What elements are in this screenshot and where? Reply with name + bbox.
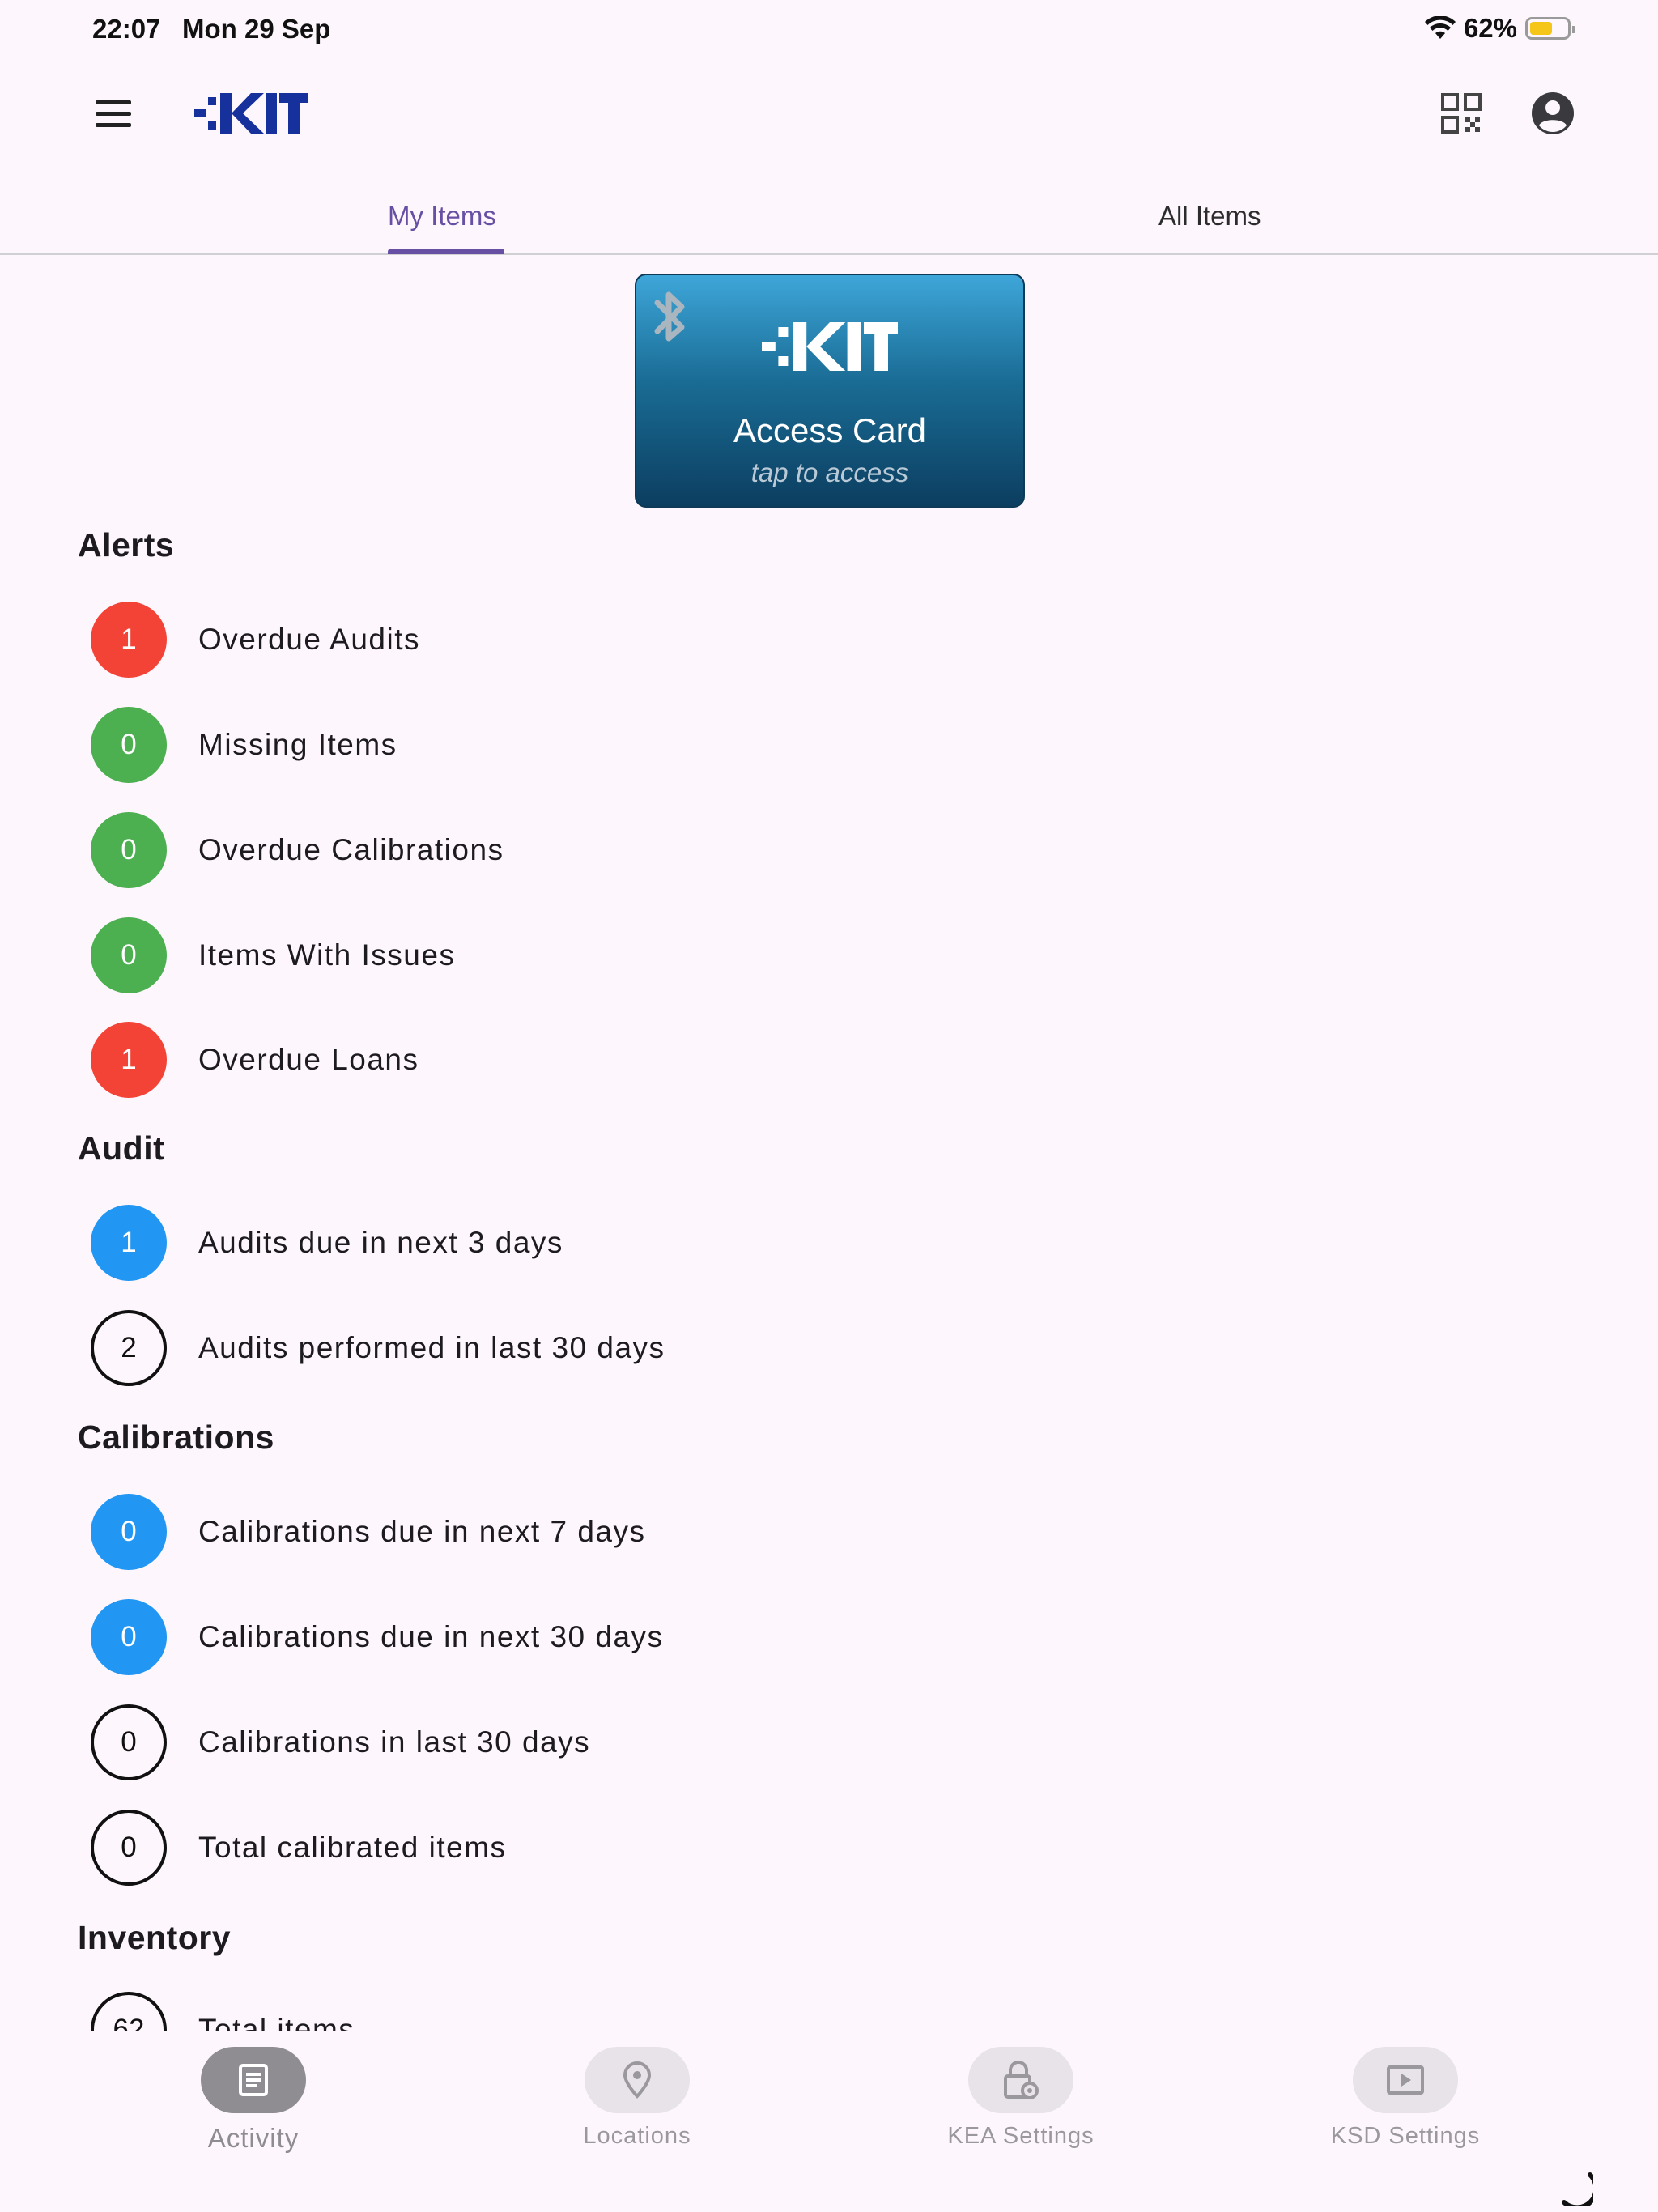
count-badge: 0: [91, 1704, 167, 1780]
row-label: Calibrations in last 30 days: [198, 1725, 591, 1759]
audit-row-due-3-days[interactable]: 1 Audits due in next 3 days: [91, 1205, 900, 1281]
qr-code-icon[interactable]: [1441, 93, 1482, 134]
calibration-row-due-7-days[interactable]: 0 Calibrations due in next 7 days: [91, 1494, 900, 1570]
account-circle-icon[interactable]: [1530, 91, 1575, 136]
calibration-row-total-calibrated[interactable]: 0 Total calibrated items: [91, 1810, 900, 1886]
tab-indicator: [388, 249, 504, 254]
status-time: 22:07: [92, 14, 161, 44]
nav-activity[interactable]: Activity: [132, 2047, 375, 2154]
alert-row-items-with-issues[interactable]: 0 Items With Issues: [91, 917, 900, 993]
alert-row-overdue-calibrations[interactable]: 0 Overdue Calibrations: [91, 812, 900, 888]
calibrations-section-title: Calibrations: [78, 1419, 274, 1456]
access-card-title: Access Card: [733, 411, 927, 449]
nav-label: KSD Settings: [1330, 2123, 1481, 2149]
alert-row-overdue-loans[interactable]: 1 Overdue Loans: [91, 1022, 900, 1098]
loading-spinner-icon: [1562, 2172, 1593, 2206]
tab-bar: My Items All Items: [0, 178, 1658, 255]
location-pin-icon: [585, 2047, 690, 2113]
scroll-clip: 62 Total items: [0, 1988, 1658, 2031]
nav-label: Activity: [207, 2123, 300, 2153]
count-badge: 0: [91, 707, 167, 783]
count-badge: 1: [91, 602, 167, 678]
row-label: Audits due in next 3 days: [198, 1226, 563, 1259]
alert-row-missing-items[interactable]: 0 Missing Items: [91, 707, 900, 783]
row-label: Calibrations due in next 30 days: [198, 1620, 664, 1653]
row-label: Overdue Loans: [198, 1043, 419, 1076]
row-label: Total items: [198, 2013, 355, 2031]
count-badge: 0: [91, 1494, 167, 1570]
access-card-subtitle: tap to access: [750, 457, 909, 487]
nav-label: Locations: [583, 2123, 691, 2149]
lock-settings-icon: [968, 2047, 1073, 2113]
audit-section-title: Audit: [78, 1129, 165, 1167]
alerts-section-title: Alerts: [78, 526, 175, 564]
nav-label: KEA Settings: [947, 2123, 1095, 2149]
wifi-icon: [1424, 16, 1456, 39]
nav-kea-settings[interactable]: KEA Settings: [899, 2047, 1142, 2150]
status-bar: 22:07 Mon 29 Sep 62%: [0, 0, 1658, 65]
hamburger-menu-icon[interactable]: [81, 89, 146, 138]
count-badge: 0: [91, 917, 167, 993]
nav-locations[interactable]: Locations: [516, 2047, 759, 2150]
play-display-icon: [1353, 2047, 1458, 2113]
row-label: Calibrations due in next 7 days: [198, 1515, 646, 1548]
card-kit-logo: [636, 317, 1023, 391]
activity-document-icon: [201, 2047, 306, 2113]
audit-row-performed-30-days[interactable]: 2 Audits performed in last 30 days: [91, 1310, 900, 1386]
nav-ksd-settings[interactable]: KSD Settings: [1284, 2047, 1527, 2150]
count-badge: 1: [91, 1205, 167, 1281]
inventory-section-title: Inventory: [78, 1919, 232, 1956]
row-label: Audits performed in last 30 days: [198, 1331, 665, 1364]
row-label: Items With Issues: [198, 938, 456, 972]
kit-logo-mark: [194, 93, 308, 134]
row-label: Missing Items: [198, 728, 397, 761]
card-kit-logo-mark: [762, 322, 898, 371]
status-date: Mon 29 Sep: [182, 14, 331, 44]
alert-row-overdue-audits[interactable]: 1 Overdue Audits: [91, 602, 900, 678]
access-card[interactable]: Access Card tap to access: [635, 274, 1025, 508]
battery-icon: [1525, 17, 1575, 40]
kit-logo: [194, 87, 308, 151]
tab-all-items[interactable]: All Items: [829, 178, 1658, 253]
battery-percent: 62%: [1463, 13, 1517, 43]
count-badge: 0: [91, 1599, 167, 1675]
calibration-row-last-30-days[interactable]: 0 Calibrations in last 30 days: [91, 1704, 900, 1780]
row-label: Overdue Audits: [198, 623, 420, 656]
row-label: Total calibrated items: [198, 1831, 507, 1864]
count-badge: 0: [91, 1810, 167, 1886]
row-label: Overdue Calibrations: [198, 833, 504, 866]
count-badge: 1: [91, 1022, 167, 1098]
count-badge: 0: [91, 812, 167, 888]
status-indicators: 62%: [1424, 13, 1575, 44]
count-badge: 62: [91, 1992, 167, 2031]
tab-my-items[interactable]: My Items: [32, 178, 861, 253]
count-badge: 2: [91, 1310, 167, 1386]
inventory-row-total-items[interactable]: 62 Total items: [91, 1992, 900, 2031]
bottom-navigation: Activity Locations KEA Settings KSD Sett…: [0, 2031, 1600, 2212]
app-bar: [0, 73, 1658, 154]
calibration-row-due-30-days[interactable]: 0 Calibrations due in next 30 days: [91, 1599, 900, 1675]
